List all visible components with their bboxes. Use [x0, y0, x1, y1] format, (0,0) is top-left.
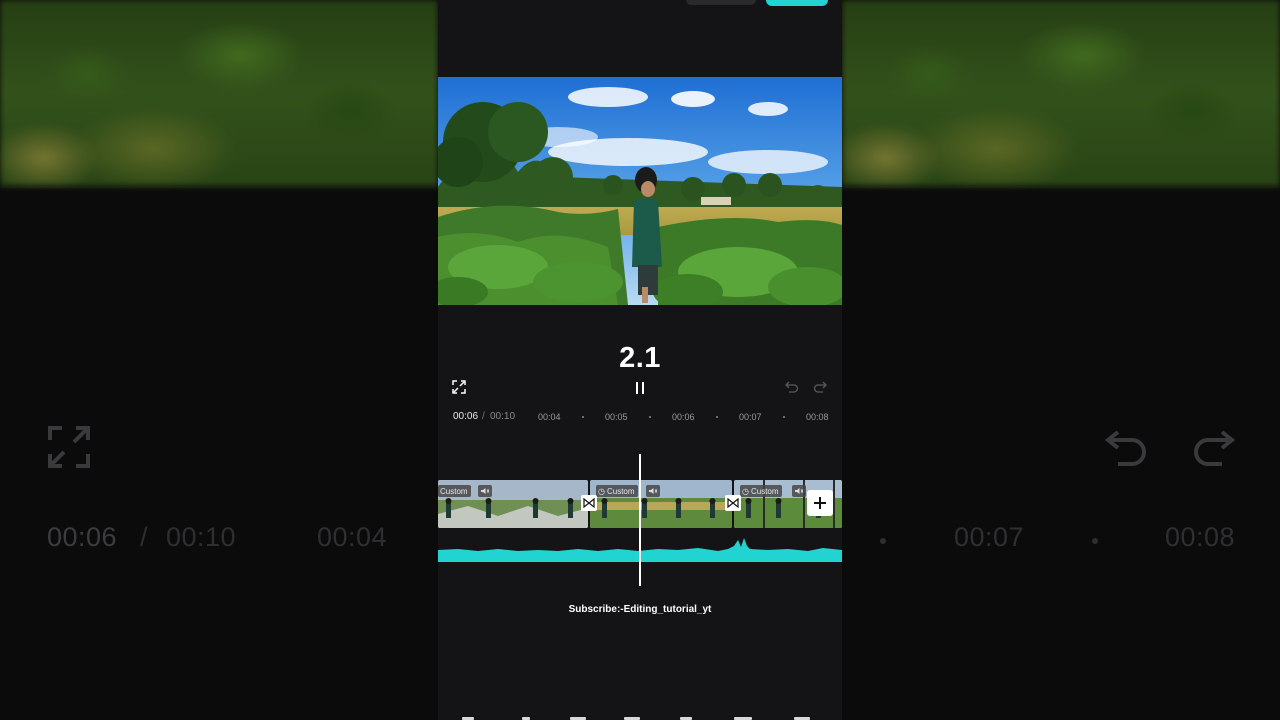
- ghost-tick-label: 00:08: [1165, 522, 1236, 552]
- bottom-toolbar: [438, 710, 842, 720]
- ghost-current-time: 00:06: [47, 522, 118, 552]
- transition-button[interactable]: [581, 495, 597, 511]
- video-clip[interactable]: ◷ Custom: [590, 480, 732, 528]
- fullscreen-icon: [48, 426, 90, 468]
- video-preview[interactable]: [438, 77, 842, 305]
- preview-frame: [438, 77, 842, 305]
- pause-icon: [636, 382, 644, 394]
- clip-speed-badge: ◷ Custom: [740, 485, 782, 497]
- transition-icon: [583, 498, 595, 508]
- fullscreen-icon: [452, 380, 466, 394]
- tick-label: 00:04: [538, 412, 561, 422]
- redo-button[interactable]: [811, 379, 829, 395]
- undo-button[interactable]: [783, 379, 801, 395]
- top-bar: [438, 0, 842, 77]
- tick-label: 00:08: [806, 412, 829, 422]
- playback-controls: [438, 375, 842, 401]
- tick-dot: [783, 416, 785, 418]
- current-time: 00:06: [453, 411, 479, 422]
- total-time: 00:10: [490, 411, 516, 422]
- resolution-button[interactable]: [686, 0, 756, 5]
- transition-icon: [727, 498, 739, 508]
- playhead[interactable]: [639, 454, 641, 586]
- speed-icon: ◷: [742, 486, 749, 496]
- plus-icon: [814, 497, 826, 509]
- clip-mute-badge[interactable]: [646, 485, 660, 497]
- blurred-background-left: 00:06 / 00:10 00:04: [0, 0, 438, 720]
- clip-mute-badge[interactable]: [792, 485, 806, 497]
- tick-dot: [582, 416, 584, 418]
- speed-icon: ◷: [598, 486, 605, 496]
- export-button[interactable]: [766, 0, 828, 6]
- undo-icon: [785, 381, 799, 393]
- mute-icon: [649, 488, 658, 494]
- pause-button[interactable]: [630, 379, 650, 397]
- time-ruler[interactable]: 00:06 / 00:10 00:04 00:05 00:06 00:07 00…: [438, 408, 842, 426]
- fullscreen-button[interactable]: [451, 379, 467, 395]
- time-separator: /: [482, 411, 485, 422]
- tick-dot: [649, 416, 651, 418]
- ghost-tick-label: 00:04: [317, 522, 388, 552]
- ghost-tick-label: 00:07: [954, 522, 1025, 552]
- mute-icon: [795, 488, 804, 494]
- transition-button[interactable]: [725, 495, 741, 511]
- video-editor: 2.1 00:06 / 00:10 00:04 00:05 00:06 00:0…: [438, 0, 842, 720]
- redo-icon: [813, 381, 827, 393]
- watermark-text: Subscribe:-Editing_tutorial_yt: [568, 604, 712, 615]
- tick-label: 00:06: [672, 412, 695, 422]
- tick-label: 00:07: [739, 412, 762, 422]
- tick-label: 00:05: [605, 412, 628, 422]
- blurred-background-right: 00:07 00:08: [842, 0, 1280, 720]
- ghost-separator: /: [140, 522, 149, 552]
- video-clip[interactable]: Custom: [438, 480, 588, 528]
- clip-speed-badge: Custom: [438, 485, 471, 497]
- preview-counter: 2.1: [619, 342, 661, 374]
- app-screen: 00:06 / 00:10 00:04 00:07 00:08 2.1 00:0…: [0, 0, 1280, 720]
- clip-speed-badge: ◷ Custom: [596, 485, 638, 497]
- ghost-total-time: 00:10: [166, 522, 237, 552]
- add-clip-button[interactable]: [807, 490, 833, 516]
- mute-icon: [481, 488, 490, 494]
- redo-icon: [1194, 430, 1236, 466]
- tick-dot: [716, 416, 718, 418]
- clip-mute-badge[interactable]: [478, 485, 492, 497]
- undo-icon: [1104, 430, 1146, 466]
